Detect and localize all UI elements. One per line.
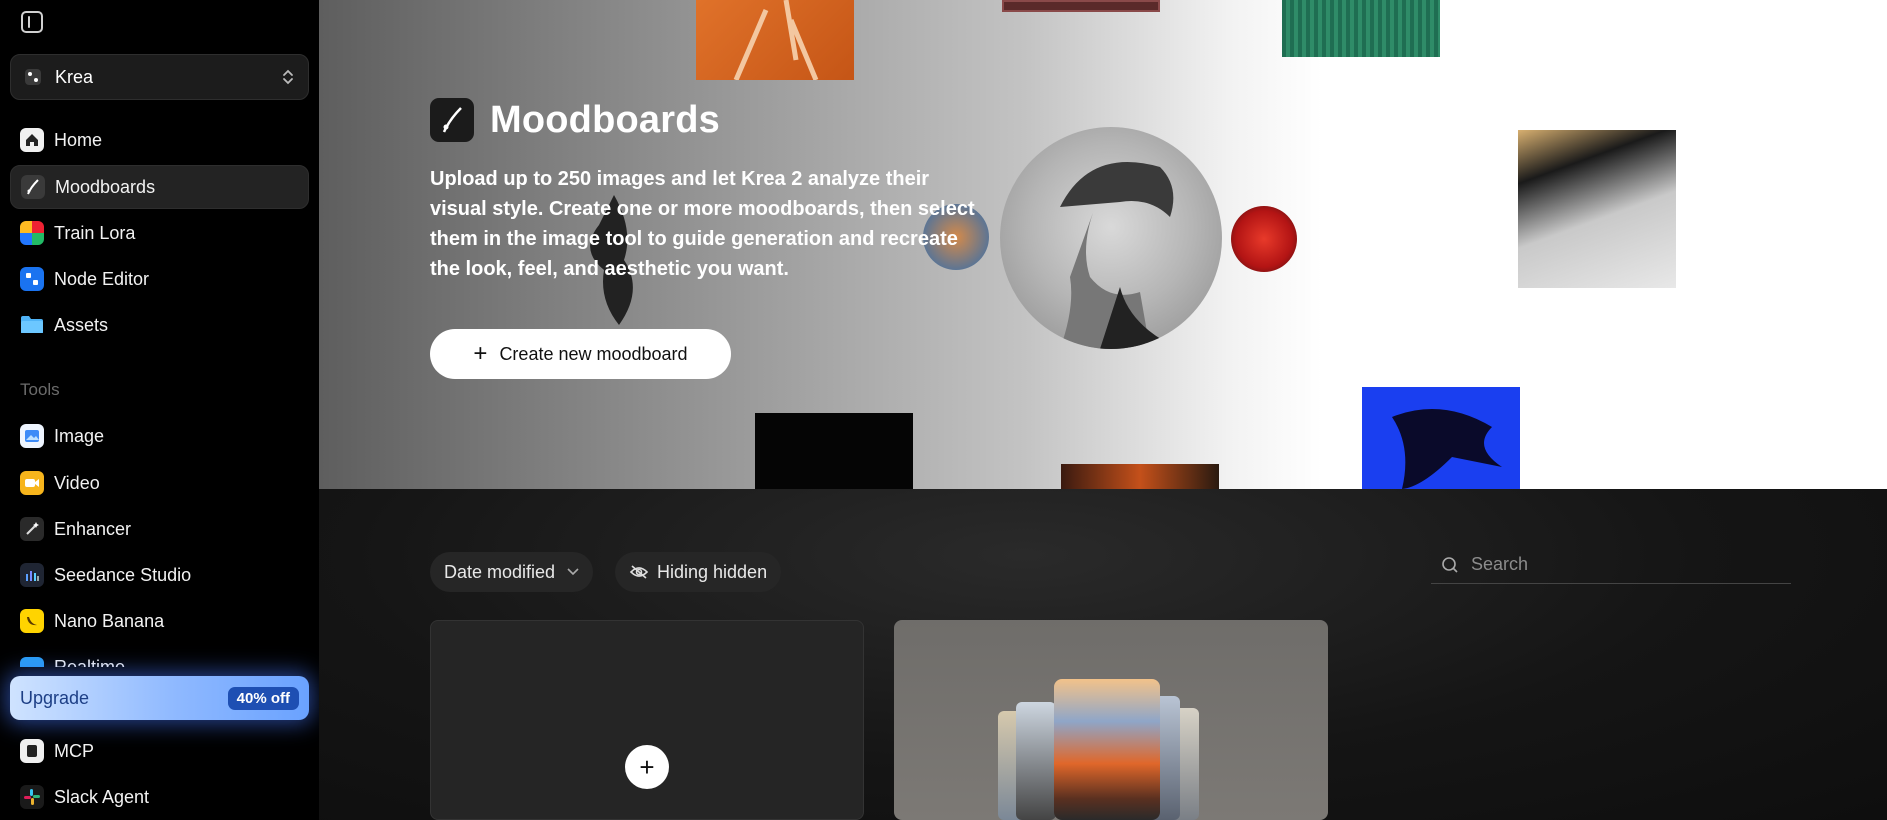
collage-portrait-thumbnail bbox=[1000, 127, 1222, 349]
tool-item-realtime[interactable]: Realtime bbox=[10, 645, 309, 667]
tool-label: Seedance Studio bbox=[54, 564, 192, 585]
sidebar: Krea Home Moodboards Train Lora Node Edi… bbox=[0, 0, 319, 820]
app-root: Krea Home Moodboards Train Lora Node Edi… bbox=[0, 0, 1887, 820]
tool-item-image[interactable]: Image bbox=[10, 414, 309, 458]
nav-label: Moodboards bbox=[55, 176, 156, 197]
collage-thumbnail bbox=[1002, 0, 1160, 12]
tool-label: Nano Banana bbox=[54, 610, 165, 631]
collage-thumbnail bbox=[755, 413, 913, 489]
tool-label: Image bbox=[54, 425, 105, 446]
video-icon bbox=[20, 471, 44, 495]
seedance-icon bbox=[20, 563, 44, 587]
workspace-name: Krea bbox=[55, 66, 94, 87]
workspace-switcher[interactable]: Krea bbox=[10, 54, 309, 100]
collage-thumbnail bbox=[696, 0, 854, 81]
tool-label: Realtime bbox=[54, 657, 126, 667]
plus-icon: + bbox=[473, 340, 488, 367]
tool-item-nano-banana[interactable]: Nano Banana bbox=[10, 599, 309, 643]
nav-label: Node Editor bbox=[54, 268, 150, 289]
search-icon bbox=[1442, 556, 1458, 573]
image-icon bbox=[20, 424, 44, 448]
search-field[interactable] bbox=[1431, 546, 1791, 584]
hero-description: Upload up to 250 images and let Krea 2 a… bbox=[430, 168, 975, 280]
enhancer-icon bbox=[20, 517, 44, 541]
sort-dropdown[interactable]: Date modified bbox=[430, 552, 594, 592]
create-moodboard-label: Create new moodboard bbox=[499, 343, 688, 364]
moodboards-hero: Moodboards Upload up to 250 images and l… bbox=[319, 0, 1887, 489]
chevron-updown-icon bbox=[283, 69, 293, 85]
collage-avatar-thumbnail bbox=[1231, 206, 1297, 272]
moodboard-cover-image bbox=[1054, 679, 1160, 820]
folder-icon bbox=[20, 313, 44, 337]
collage-thumbnail bbox=[1282, 0, 1440, 57]
nav-label: Train Lora bbox=[54, 222, 136, 243]
visibility-toggle[interactable]: Hiding hidden bbox=[615, 552, 782, 592]
collage-thumbnail bbox=[1061, 464, 1219, 489]
nav-item-train-lora[interactable]: Train Lora bbox=[10, 211, 309, 255]
search-input[interactable] bbox=[1471, 554, 1771, 575]
tool-label: Enhancer bbox=[54, 518, 132, 539]
sidebar-toggle-icon[interactable] bbox=[21, 11, 43, 33]
realtime-icon bbox=[20, 657, 44, 667]
create-moodboard-button[interactable]: + Create new moodboard bbox=[430, 329, 731, 379]
new-moodboard-card[interactable]: + bbox=[430, 620, 864, 820]
collage-thumbnail bbox=[1518, 130, 1676, 288]
sort-label: Date modified bbox=[444, 561, 556, 582]
nav-label: Slack Agent bbox=[54, 786, 150, 807]
nav-item-home[interactable]: Home bbox=[10, 118, 309, 162]
nav-item-slack-agent[interactable]: Slack Agent bbox=[10, 775, 309, 819]
nav-label: MCP bbox=[54, 740, 94, 761]
discount-badge: 40% off bbox=[227, 687, 299, 710]
chevron-down-icon bbox=[567, 568, 579, 576]
nav-item-mcp[interactable]: MCP bbox=[10, 729, 309, 773]
nav-label: Assets bbox=[54, 314, 109, 335]
main-content: Moodboards Upload up to 250 images and l… bbox=[319, 0, 1887, 820]
tool-item-seedance[interactable]: Seedance Studio bbox=[10, 553, 309, 597]
page-title: Moodboards bbox=[490, 98, 720, 141]
moodboards-logo-icon bbox=[430, 98, 474, 142]
moodboard-preview-image bbox=[1016, 702, 1056, 820]
moodboards-icon bbox=[21, 175, 45, 199]
slack-icon bbox=[20, 785, 44, 809]
banana-icon bbox=[20, 609, 44, 633]
nav-item-node-editor[interactable]: Node Editor bbox=[10, 257, 309, 301]
node-editor-icon bbox=[20, 267, 44, 291]
moodboards-list-section: Date modified Hiding hidden + bbox=[319, 489, 1887, 820]
tool-item-enhancer[interactable]: Enhancer bbox=[10, 507, 309, 551]
nav-label: Home bbox=[54, 129, 103, 150]
upgrade-button[interactable]: Upgrade 40% off bbox=[10, 676, 309, 720]
tool-item-video[interactable]: Video bbox=[10, 461, 309, 505]
tool-label: Video bbox=[54, 472, 100, 493]
mcp-icon bbox=[20, 739, 44, 763]
upgrade-label: Upgrade bbox=[20, 687, 90, 708]
collage-thumbnail bbox=[1362, 387, 1520, 489]
krea-logo-icon bbox=[25, 69, 41, 85]
nav-item-assets[interactable]: Assets bbox=[10, 303, 309, 347]
tools-section-label: Tools bbox=[20, 380, 60, 399]
eye-off-icon bbox=[629, 565, 649, 579]
moodboard-card[interactable] bbox=[894, 620, 1328, 820]
visibility-label: Hiding hidden bbox=[657, 561, 768, 582]
home-icon bbox=[20, 128, 44, 152]
nav-item-moodboards[interactable]: Moodboards bbox=[10, 165, 309, 209]
add-moodboard-icon[interactable]: + bbox=[625, 745, 669, 789]
train-lora-icon bbox=[20, 221, 44, 245]
hero-title-row: Moodboards bbox=[430, 98, 720, 142]
